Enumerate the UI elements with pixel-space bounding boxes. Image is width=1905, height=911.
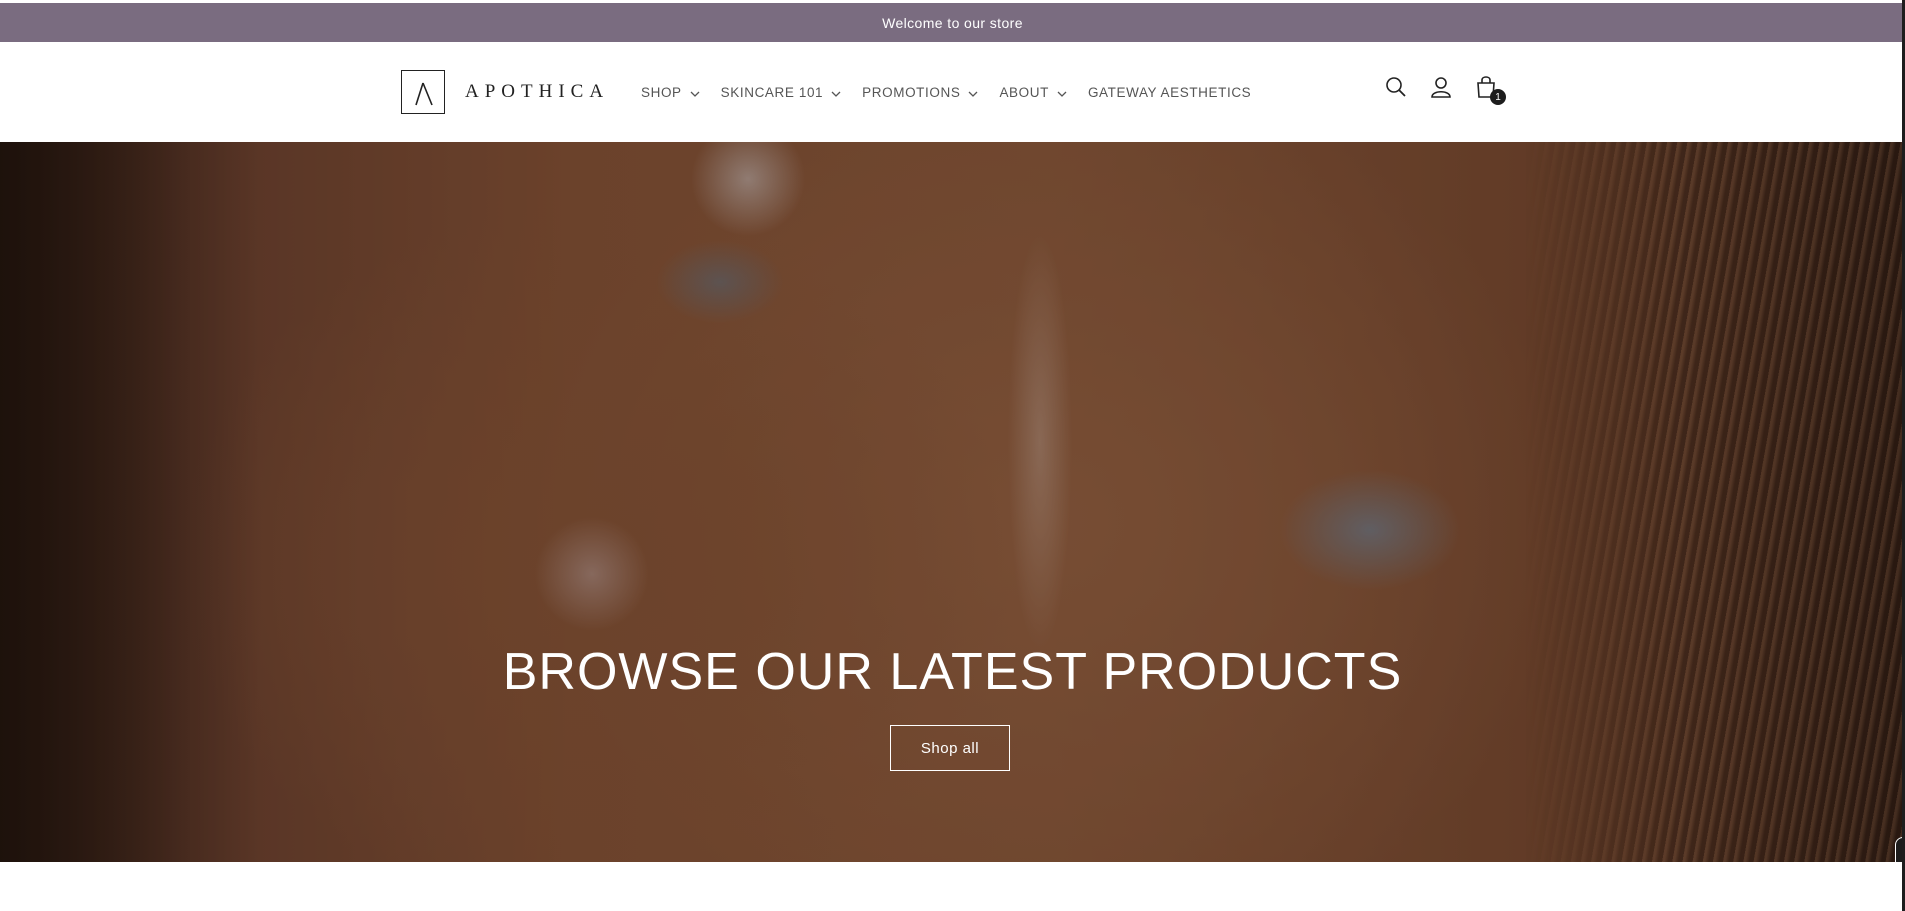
brand-name: APOTHICA bbox=[465, 81, 610, 102]
nav-item-label: SKINCARE 101 bbox=[720, 84, 824, 100]
chevron-down-icon bbox=[831, 85, 841, 100]
account-button[interactable] bbox=[1427, 75, 1455, 103]
announcement-text: Welcome to our store bbox=[882, 14, 1023, 31]
nav-item-label: SHOP bbox=[641, 84, 682, 100]
logo-mark-icon bbox=[401, 70, 445, 114]
nav-item-shop[interactable]: SHOP bbox=[641, 85, 700, 100]
header-icons: 1 bbox=[1382, 75, 1517, 105]
cart-count-badge: 1 bbox=[1490, 89, 1506, 105]
nav-item-promotions[interactable]: PROMOTIONS bbox=[862, 85, 978, 100]
nav-item-gateway-aesthetics[interactable]: GATEWAY AESTHETICS bbox=[1088, 85, 1251, 100]
nav-item-skincare-101[interactable]: SKINCARE 101 bbox=[721, 85, 842, 100]
nav-item-label: GATEWAY AESTHETICS bbox=[1087, 84, 1252, 100]
cart-button[interactable]: 1 bbox=[1472, 75, 1506, 105]
nav-item-label: ABOUT bbox=[999, 84, 1049, 100]
shop-all-button[interactable]: Shop all bbox=[890, 725, 1010, 771]
chevron-down-icon bbox=[690, 85, 700, 100]
search-button[interactable] bbox=[1382, 75, 1410, 103]
chevron-down-icon bbox=[968, 85, 978, 100]
account-icon bbox=[1430, 76, 1452, 103]
chevron-down-icon bbox=[1057, 85, 1067, 100]
nav-item-label: PROMOTIONS bbox=[862, 84, 961, 100]
nav-item-about[interactable]: ABOUT bbox=[999, 85, 1067, 100]
hero-banner: BROWSE OUR LATEST PRODUCTS Shop all bbox=[0, 142, 1905, 862]
search-icon bbox=[1385, 76, 1407, 103]
site-header: APOTHICA SHOP SKINCARE 101 PROMOTIONS AB… bbox=[0, 42, 1905, 142]
hero-title: BROWSE OUR LATEST PRODUCTS bbox=[502, 643, 1403, 701]
brand-logo[interactable]: APOTHICA bbox=[401, 69, 609, 115]
main-nav: SHOP SKINCARE 101 PROMOTIONS ABOUT GATEW… bbox=[641, 78, 1272, 106]
announcement-bar: Welcome to our store bbox=[0, 3, 1905, 42]
